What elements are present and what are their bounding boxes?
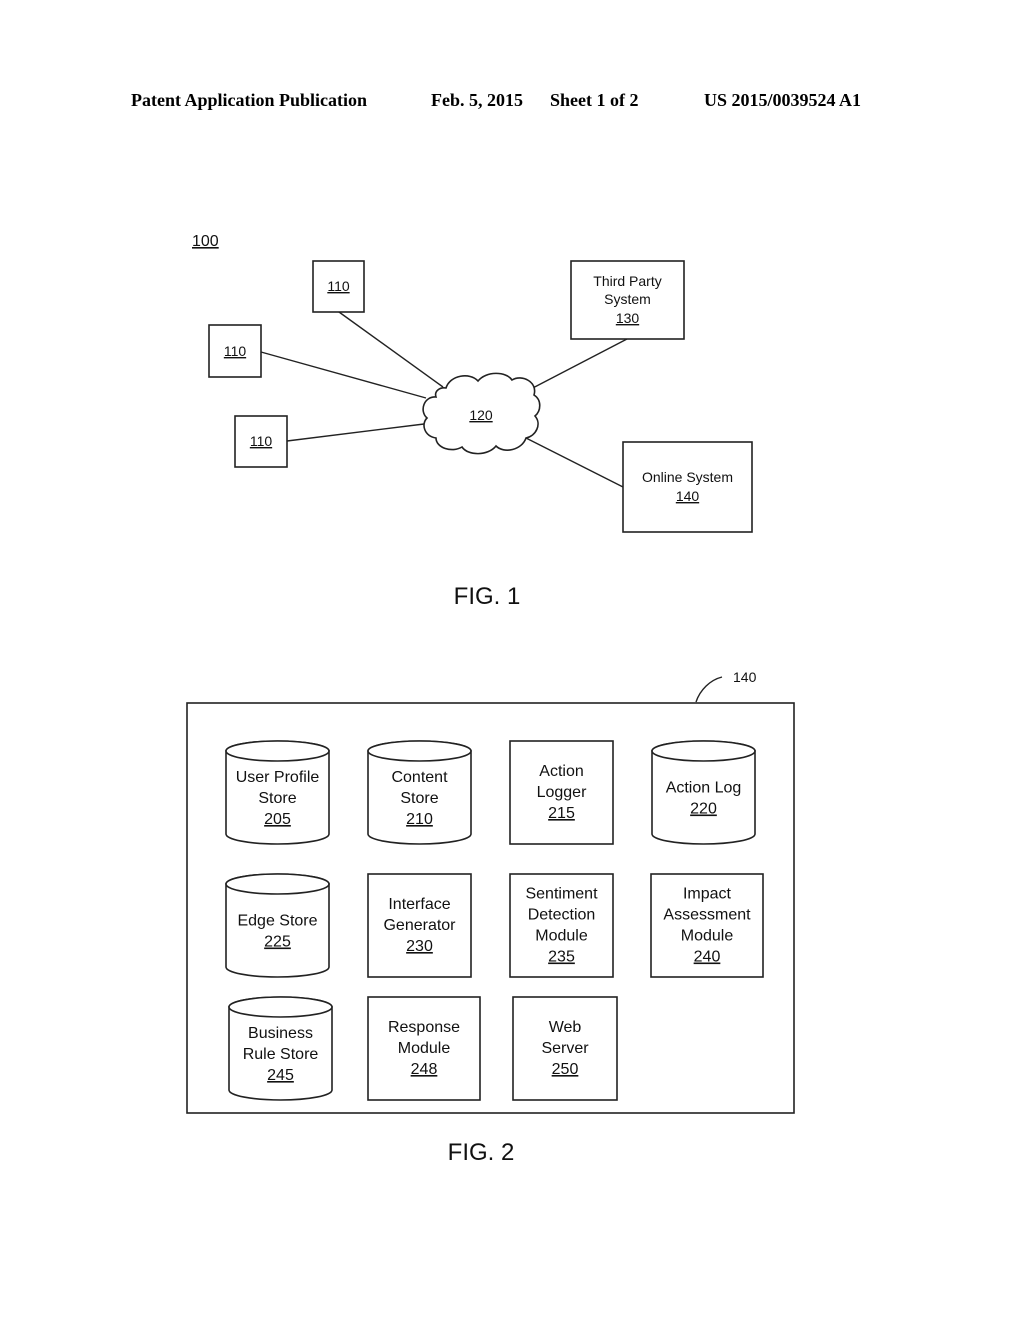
component-label: Content (391, 769, 448, 786)
third-party-label: Third Party (593, 273, 661, 289)
cylinder-top (367, 740, 472, 762)
online-system: Online System 140 (622, 441, 753, 533)
container-ref: 140 (733, 669, 757, 685)
cylinder-top (225, 740, 330, 762)
component-label: Detection (528, 907, 596, 924)
component-label: Web (549, 1019, 582, 1036)
component-label: Action (539, 763, 583, 780)
module-box: Interface Generator 230 (367, 873, 472, 978)
client-device: 110 (312, 260, 365, 313)
edge-thirdparty-network (526, 338, 628, 392)
datastore-cylinder: Edge Store 225 (225, 873, 330, 978)
online-system-ref: 140 (676, 488, 700, 504)
module-box: Response Module 248 (367, 996, 481, 1101)
datastore-cylinder: Action Log 220 (651, 740, 756, 845)
component-label: Module (681, 928, 734, 945)
fig2-caption: FIG. 2 (448, 1139, 515, 1166)
component-ref: 245 (267, 1067, 294, 1084)
third-party-label: System (604, 291, 651, 307)
module-box: Impact Assessment Module 240 (650, 873, 764, 978)
component-ref: 230 (406, 938, 433, 955)
component-label: Store (400, 790, 438, 807)
component-label: Interface (388, 896, 450, 913)
third-party-system: Third Party System 130 (570, 260, 685, 340)
datastore-cylinder: Business Rule Store 245 (228, 996, 333, 1101)
network-ref: 120 (469, 407, 493, 423)
component-label: Rule Store (243, 1046, 319, 1063)
component-ref: 210 (406, 811, 433, 828)
client-device: 110 (234, 415, 288, 468)
cylinder-top (651, 740, 756, 762)
cylinder-top (228, 996, 333, 1018)
component-ref: 235 (548, 949, 575, 966)
fig2: 140 User Profile Store 205 Content Store 210 A… (186, 669, 795, 1166)
component-ref: 248 (411, 1061, 438, 1078)
module-box: Web Server 250 (512, 996, 618, 1101)
third-party-ref: 130 (616, 310, 640, 326)
component-ref: 250 (552, 1061, 579, 1078)
component-label: Impact (683, 886, 732, 903)
edge-client3-network (286, 423, 425, 442)
fig1: 100 110 110 110 120 Third Party System 1… (192, 233, 753, 610)
patent-figures: 100 110 110 110 120 Third Party System 1… (186, 233, 795, 1166)
component-label: Logger (537, 784, 587, 801)
datastore-cylinder: User Profile Store 205 (225, 740, 330, 845)
edge-client1-network (338, 311, 444, 388)
component-label: Module (535, 928, 588, 945)
component-ref: 225 (264, 934, 291, 951)
component-label: Response (388, 1019, 460, 1036)
component-label: User Profile (236, 769, 320, 786)
module-box: Sentiment Detection Module 235 (509, 873, 614, 978)
component-label: Business (248, 1025, 313, 1042)
cylinder-top (225, 873, 330, 895)
component-label: Module (398, 1040, 451, 1057)
component-label: Action Log (666, 780, 742, 797)
edge-online-network (525, 437, 624, 488)
component-label: Store (258, 790, 296, 807)
edge-client2-network (260, 351, 427, 399)
datastore-cylinder: Content Store 210 (367, 740, 472, 845)
component-label: Server (541, 1040, 589, 1057)
client-device-ref: 110 (224, 343, 247, 359)
system-ref-100: 100 (192, 233, 219, 250)
client-device-ref: 110 (250, 433, 273, 449)
client-device: 110 (208, 324, 262, 378)
component-ref: 215 (548, 805, 575, 822)
leader-line (695, 676, 723, 703)
fig1-caption: FIG. 1 (454, 583, 521, 610)
component-label: Assessment (663, 907, 751, 924)
online-system-label: Online System (642, 469, 733, 485)
component-label: Edge Store (237, 913, 317, 930)
component-ref: 220 (690, 801, 717, 818)
component-ref: 205 (264, 811, 291, 828)
client-device-ref: 110 (327, 278, 350, 294)
component-label: Sentiment (525, 886, 598, 903)
component-ref: 240 (694, 949, 721, 966)
component-label: Generator (383, 917, 456, 934)
module-box: Action Logger 215 (509, 740, 614, 845)
